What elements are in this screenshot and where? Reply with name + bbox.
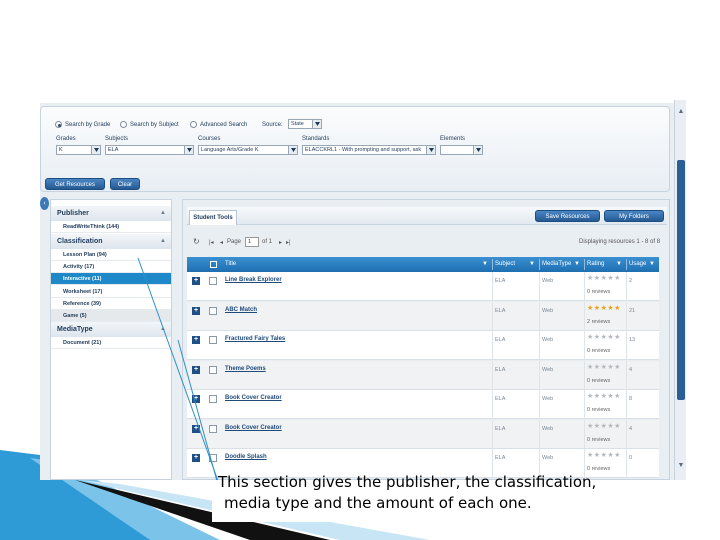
caption-text: This section gives the publisher, the cl… [218,472,688,514]
caption-line-2: media type and the amount of each one. [224,494,532,512]
annotation-pointer [137,257,223,493]
caption-line-1: This section gives the publisher, the cl… [218,473,597,491]
